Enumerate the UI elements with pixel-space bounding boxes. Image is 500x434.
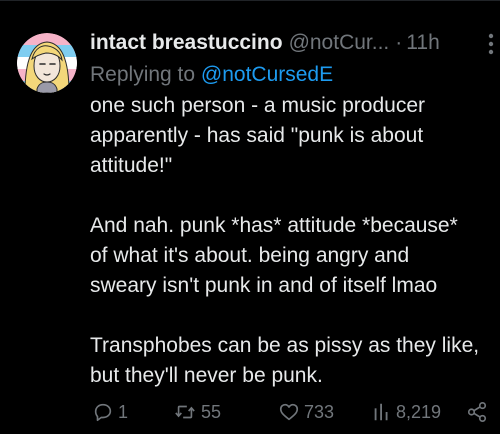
display-name[interactable]: intact breastuccino [90,26,283,60]
views-button[interactable]: 8,219 [372,398,441,426]
heart-icon [278,401,300,423]
reply-context-prefix: Replying to [90,63,196,86]
share-button[interactable] [466,398,488,426]
author-handle[interactable]: @notCur... [289,26,390,60]
tweet-paragraph: And nah. punk *has* attitude *because* o… [90,211,495,301]
repost-icon [173,401,197,423]
share-icon [466,401,488,423]
tweet-paragraph: Transphobes can be as pissy as they like… [90,331,495,391]
more-icon[interactable] [485,32,497,56]
tweet-text: one such person - a music producer appar… [90,91,495,391]
reply-button[interactable]: 1 [92,398,128,426]
text-line: one such person - a music producer [90,94,426,117]
time-separator: · [395,31,403,54]
reply-count: 1 [118,401,129,422]
reply-icon [92,401,114,423]
like-button[interactable]: 733 [278,398,334,426]
avatar[interactable] [17,33,77,93]
repost-count: 55 [201,401,222,422]
text-line: And nah. punk *has* attitude *because* [90,214,458,237]
text-line: attitude!" [90,154,173,177]
tweet-content: intact breastuccino @notCur... · 11h Rep… [90,26,495,391]
action-bar: 1 55 733 8,219 [90,398,495,426]
text-line: apparently - has said "punk is about [90,124,424,147]
views-icon [372,401,392,423]
tweet-header: intact breastuccino @notCur... · 11h [90,26,495,60]
text-line: of what it's about. being angry and [90,244,410,267]
repost-button[interactable]: 55 [173,398,221,426]
reply-to-handle[interactable]: @notCursedE [201,63,333,86]
text-line: but they'll never be punk. [90,364,323,387]
reply-context: Replying to @notCursedE [90,60,495,90]
timestamp[interactable]: 11h [406,26,439,60]
view-count: 8,219 [396,401,442,422]
tweet-paragraph: one such person - a music producer appar… [90,91,495,181]
text-line: Transphobes can be as pissy as they like… [90,334,480,357]
tweet[interactable]: intact breastuccino @notCur... · 11h Rep… [0,0,500,434]
text-line: sweary isn't punk in and of itself lmao [90,274,438,297]
divider [0,0,500,1]
like-count: 733 [304,401,335,422]
